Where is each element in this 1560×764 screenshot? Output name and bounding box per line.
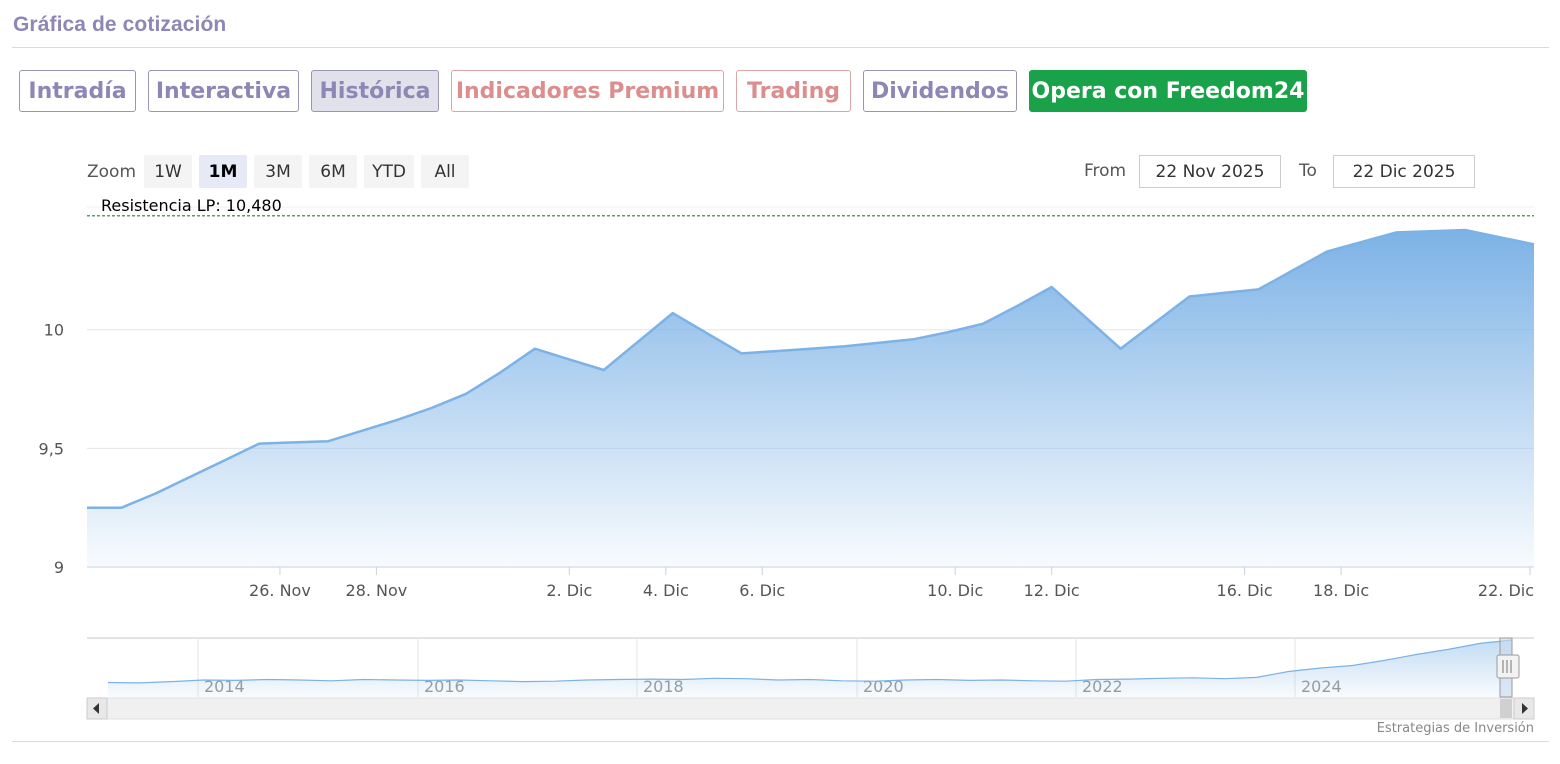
zoom-all-button[interactable]: All (421, 155, 469, 188)
zoom-ytd-button[interactable]: YTD (364, 155, 414, 188)
zoom-1w-button[interactable]: 1W (144, 155, 192, 188)
x-tick-label: 26. Nov (249, 581, 311, 600)
zoom-label: Zoom (87, 162, 137, 182)
scrollbar-thumb[interactable] (1500, 699, 1512, 718)
x-tick-label: 12. Dic (1024, 581, 1080, 600)
x-tick-label: 2. Dic (546, 581, 592, 600)
x-tick-label: 22. Dic (1478, 581, 1534, 600)
resistance-label: Resistencia LP: 10,480 (101, 196, 282, 215)
range-from-label: From (1084, 161, 1127, 181)
range-to-input[interactable]: 22 Dic 2025 (1333, 155, 1475, 188)
navigator-scrollbar[interactable] (86, 697, 1535, 720)
x-tick-label: 16. Dic (1217, 581, 1273, 600)
chart-credit: Estrategias de Inversión (1376, 721, 1534, 736)
zoom-3m-button[interactable]: 3M (254, 155, 302, 188)
bottom-divider (12, 741, 1549, 742)
range-to-label: To (1299, 161, 1317, 181)
price-chart: 9 9,5 10 Resistencia LP: 10,480 26. Nov 28. N… (39, 196, 1535, 720)
zoom-1m-button[interactable]: 1M (199, 155, 247, 188)
navigator-handle[interactable] (1496, 654, 1520, 679)
price-area (87, 230, 1534, 567)
x-tick-label: 6. Dic (739, 581, 785, 600)
zoom-6m-button[interactable]: 6M (309, 155, 357, 188)
x-tick-label: 10. Dic (927, 581, 983, 600)
y-tick-label: 10 (44, 321, 64, 340)
x-tick-label: 28. Nov (346, 581, 408, 600)
y-tick-label: 9 (54, 558, 64, 577)
range-from-input[interactable]: 22 Nov 2025 (1139, 155, 1281, 188)
x-tick-label: 18. Dic (1313, 581, 1369, 600)
y-tick-label: 9,5 (39, 439, 64, 458)
x-tick-label: 4. Dic (643, 581, 689, 600)
